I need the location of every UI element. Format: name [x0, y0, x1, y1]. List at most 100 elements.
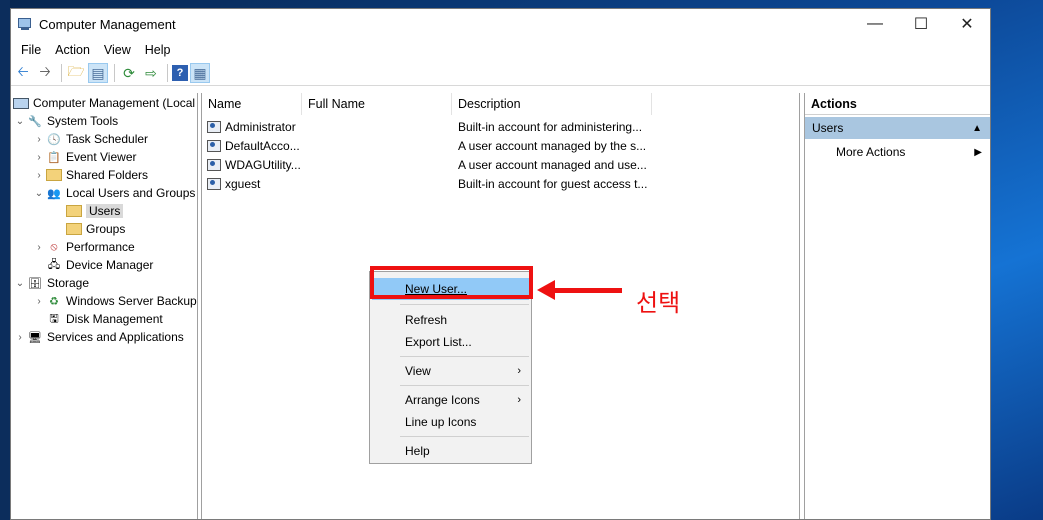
- title-bar[interactable]: Computer Management — ☐ ✕: [11, 9, 990, 39]
- computer-icon: [13, 97, 29, 109]
- tree-node-storage[interactable]: ⌄ 🗄 Storage: [13, 274, 89, 292]
- close-button[interactable]: ✕: [944, 9, 990, 39]
- folder-icon: [66, 223, 82, 235]
- backup-icon: ♻: [49, 295, 59, 308]
- menu-item-label: Line up Icons: [405, 415, 477, 429]
- tree-label: Task Scheduler: [66, 132, 149, 146]
- column-header-name[interactable]: Name: [202, 93, 302, 115]
- user-name: DefaultAcco...: [225, 138, 300, 153]
- annotation-label: 선택: [636, 289, 681, 317]
- more-actions-item[interactable]: More Actions ▶: [836, 141, 990, 163]
- clock-icon: 🕓: [47, 133, 61, 146]
- menu-item-refresh[interactable]: Refresh: [372, 309, 529, 331]
- tree-label: Computer Management (Local: [33, 96, 196, 110]
- menu-item-help[interactable]: Help: [372, 440, 529, 462]
- disk-icon: 🖫: [49, 312, 59, 325]
- menu-help[interactable]: Help: [138, 43, 178, 57]
- tree-node-event-viewer[interactable]: › 📋 Event Viewer: [32, 148, 136, 166]
- tree-node-users[interactable]: Users: [66, 202, 124, 220]
- table-row[interactable]: DefaultAcco... A user account managed by…: [202, 136, 799, 155]
- event-viewer-icon: 📋: [47, 151, 61, 164]
- menu-item-view[interactable]: View ›: [372, 360, 529, 382]
- menu-item-line-up-icons[interactable]: Line up Icons: [372, 411, 529, 433]
- menu-file[interactable]: File: [14, 43, 48, 57]
- chevron-right-icon[interactable]: ›: [32, 170, 46, 181]
- annotation-highlight-box: [370, 266, 533, 299]
- up-folder-icon[interactable]: 🗁: [66, 63, 86, 83]
- chevron-down-icon[interactable]: ⌄: [13, 278, 27, 289]
- toolbar-separator: [61, 64, 62, 82]
- tree-node-services[interactable]: › 🖥 Services and Applications: [13, 328, 183, 346]
- back-icon[interactable]: 🡠: [13, 63, 33, 83]
- user-icon: [206, 177, 222, 191]
- chevron-right-icon[interactable]: ›: [13, 332, 27, 343]
- export-list-icon[interactable]: ⇨: [141, 63, 161, 83]
- folder-icon: [66, 205, 82, 217]
- tools-icon: 🔧: [28, 115, 42, 128]
- tree-label: Disk Management: [66, 312, 163, 326]
- chevron-right-icon[interactable]: ›: [32, 134, 46, 145]
- tree-node-root[interactable]: Computer Management (Local: [13, 94, 195, 112]
- performance-icon: ⦸: [50, 240, 58, 253]
- tree-node-disk-management[interactable]: 🖫 Disk Management: [46, 310, 163, 328]
- tree-node-performance[interactable]: › ⦸ Performance: [32, 238, 134, 256]
- user-description: Built-in account for administering...: [458, 119, 643, 134]
- forward-icon[interactable]: 🡢: [35, 63, 55, 83]
- chevron-right-icon[interactable]: ›: [32, 152, 46, 163]
- menu-separator: [400, 436, 529, 437]
- user-name: WDAGUtility...: [225, 157, 301, 172]
- chevron-down-icon[interactable]: ⌄: [32, 188, 46, 199]
- shared-folder-icon: [46, 169, 62, 181]
- menu-separator: [400, 304, 529, 305]
- menu-item-arrange-icons[interactable]: Arrange Icons ›: [372, 389, 529, 411]
- actions-section-users[interactable]: Users ▲: [805, 117, 990, 139]
- context-menu: New User... Refresh Export List... View …: [369, 271, 532, 464]
- toolbar-separator: [167, 64, 168, 82]
- actions-title: Actions: [805, 93, 990, 115]
- user-icon: [206, 139, 222, 153]
- refresh-icon[interactable]: ⟳: [119, 63, 139, 83]
- menu-action[interactable]: Action: [48, 43, 97, 57]
- chevron-right-icon: ▶: [974, 146, 982, 158]
- more-actions-label: More Actions: [836, 145, 906, 159]
- tree-node-system-tools[interactable]: ⌄ 🔧 System Tools: [13, 112, 118, 130]
- toolbar-separator: [114, 64, 115, 82]
- tree-label: Device Manager: [66, 258, 154, 272]
- tree-label: Event Viewer: [66, 150, 137, 164]
- chevron-right-icon[interactable]: ›: [32, 296, 46, 307]
- menu-view[interactable]: View: [97, 43, 138, 57]
- column-header-description[interactable]: Description: [452, 93, 652, 115]
- chevron-right-icon[interactable]: ›: [32, 242, 46, 253]
- help-icon[interactable]: ?: [172, 65, 188, 81]
- maximize-button[interactable]: ☐: [898, 9, 944, 39]
- tree-node-shared-folders[interactable]: › Shared Folders: [32, 166, 148, 184]
- tree-label: System Tools: [47, 114, 119, 128]
- chevron-right-icon: ›: [517, 394, 521, 406]
- chevron-down-icon[interactable]: ⌄: [13, 116, 27, 127]
- collapse-up-icon[interactable]: ▲: [972, 123, 982, 134]
- table-row[interactable]: xguest Built-in account for guest access…: [202, 174, 799, 193]
- column-header-full-name[interactable]: Full Name: [302, 93, 452, 115]
- user-description: A user account managed and use...: [458, 157, 647, 172]
- tree-node-groups[interactable]: Groups: [66, 220, 125, 238]
- tree-label: Users: [86, 204, 124, 218]
- menu-separator: [400, 356, 529, 357]
- menu-separator: [400, 385, 529, 386]
- device-manager-icon: 🖧: [47, 258, 61, 271]
- tree-node-task-scheduler[interactable]: › 🕓 Task Scheduler: [32, 130, 148, 148]
- menu-item-label: Refresh: [405, 313, 448, 327]
- users-group-icon: 👥: [47, 187, 61, 200]
- show-hide-tree-icon[interactable]: ▤: [88, 63, 108, 83]
- tree-label: Storage: [47, 276, 90, 290]
- table-row[interactable]: WDAGUtility... A user account managed an…: [202, 155, 799, 174]
- tree-node-device-manager[interactable]: 🖧 Device Manager: [46, 256, 154, 274]
- user-description: Built-in account for guest access t...: [458, 176, 648, 191]
- tree-node-local-users[interactable]: ⌄ 👥 Local Users and Groups: [32, 184, 196, 202]
- minimize-button[interactable]: —: [852, 9, 898, 39]
- tree-node-windows-server-backup[interactable]: › ♻ Windows Server Backup: [32, 292, 196, 310]
- menu-item-export-list[interactable]: Export List...: [372, 331, 529, 353]
- console-tree: Computer Management (Local ⌄ 🔧 System To…: [11, 93, 198, 519]
- show-action-pane-icon[interactable]: ▦: [190, 63, 210, 83]
- table-row[interactable]: Administrator Built-in account for admin…: [202, 117, 799, 136]
- chevron-right-icon: ›: [517, 365, 521, 377]
